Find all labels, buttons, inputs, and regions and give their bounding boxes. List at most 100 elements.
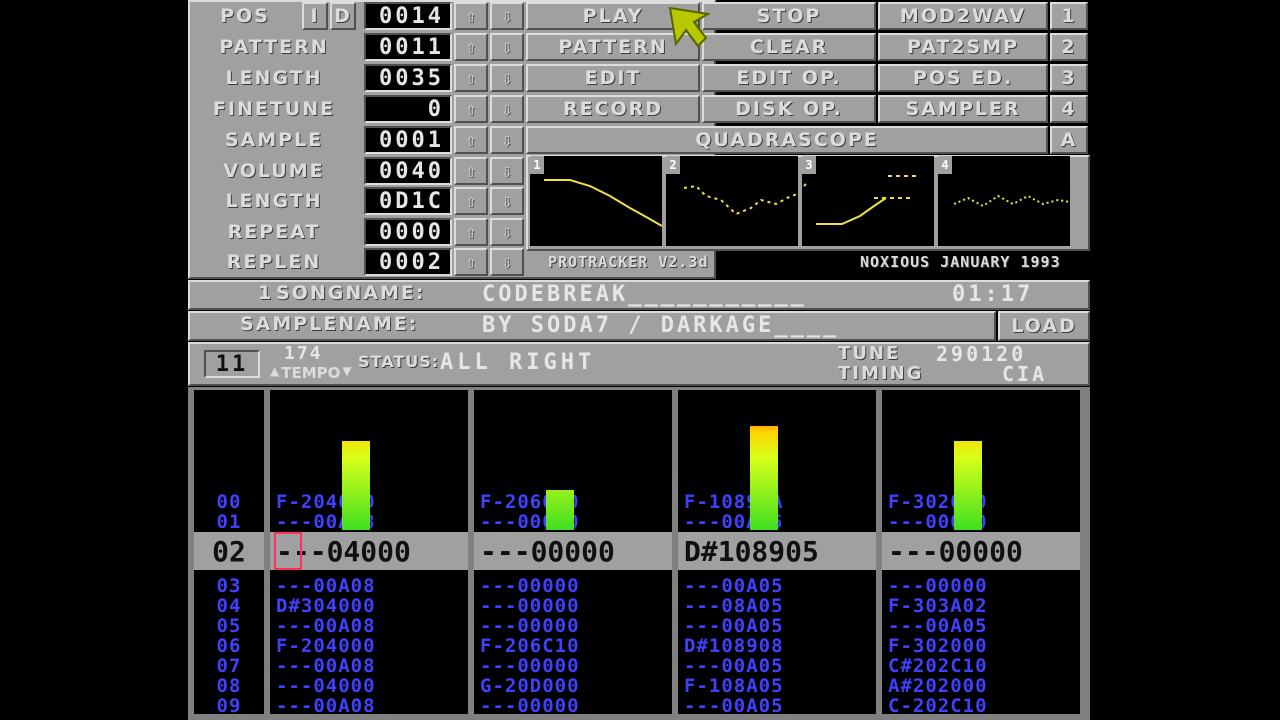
channel-2-track[interactable]: F-206000 ---00000 ---00000 ---00000 ---00000… bbox=[474, 390, 672, 717]
pos-delete-button[interactable]: D bbox=[330, 2, 356, 30]
sample-down-arrow-icon[interactable]: ⇩ bbox=[490, 126, 524, 154]
finetune-up-arrow-icon[interactable]: ⇧ bbox=[454, 95, 488, 123]
clear-button[interactable]: CLEAR bbox=[702, 33, 876, 61]
pattern-down-arrow-icon[interactable]: ⇩ bbox=[490, 33, 524, 61]
pattern-cell[interactable]: ---00000 bbox=[474, 615, 672, 637]
button-3[interactable]: 3 bbox=[1050, 64, 1088, 92]
disk-op-button[interactable]: DISK OP. bbox=[702, 95, 876, 123]
pat2smp-button[interactable]: PAT2SMP bbox=[878, 33, 1048, 61]
load-button[interactable]: LOAD bbox=[998, 311, 1090, 341]
pattern-cell[interactable]: ---00A05 bbox=[678, 575, 876, 597]
pattern-cell[interactable]: F-108A05 bbox=[678, 675, 876, 697]
pattern-cell[interactable]: F-303A02 bbox=[882, 595, 1080, 617]
finetune-down-arrow-icon[interactable]: ⇩ bbox=[490, 95, 524, 123]
tempo-control[interactable]: ▲ TEMPO ▼ bbox=[270, 364, 352, 382]
samplename-label: SAMPLENAME: bbox=[240, 313, 419, 335]
pattern-up-arrow-icon[interactable]: ⇧ bbox=[454, 33, 488, 61]
pattern-cell[interactable]: ---04000 bbox=[270, 675, 468, 697]
pattern-cell[interactable]: F-204000 bbox=[270, 635, 468, 657]
tempo-down-icon[interactable]: ▼ bbox=[342, 364, 351, 382]
volume-label: VOLUME bbox=[223, 160, 325, 182]
scope-channel-3[interactable]: 3 bbox=[802, 156, 934, 246]
channel-3-track[interactable]: F-10891A ---00A05 D#108905 ---00A05 ---08A05… bbox=[678, 390, 876, 717]
edit-button[interactable]: EDIT bbox=[526, 64, 700, 92]
sampler-button[interactable]: SAMPLER bbox=[878, 95, 1048, 123]
channel-4-track[interactable]: F-302000 ---00000 ---00000 ---00000 F-303A02… bbox=[882, 390, 1080, 717]
mod2wav-button[interactable]: MOD2WAV bbox=[878, 2, 1048, 30]
stop-button[interactable]: STOP bbox=[702, 2, 876, 30]
button-2[interactable]: 2 bbox=[1050, 33, 1088, 61]
pos-up-arrow-icon[interactable]: ⇧ bbox=[454, 2, 488, 30]
current-pattern-cell[interactable]: ---00000 bbox=[474, 532, 672, 570]
edit-cursor bbox=[274, 532, 302, 570]
pattern-cell[interactable]: ---00A08 bbox=[270, 655, 468, 677]
repeat-up-arrow-icon[interactable]: ⇧ bbox=[454, 218, 488, 246]
sample-length-up-arrow-icon[interactable]: ⇧ bbox=[454, 187, 488, 215]
button-4[interactable]: 4 bbox=[1050, 95, 1088, 123]
volume-down-arrow-icon[interactable]: ⇩ bbox=[490, 157, 524, 185]
pattern-cell[interactable]: ---00A05 bbox=[678, 655, 876, 677]
scope-channel-4[interactable]: 4 bbox=[938, 156, 1070, 246]
pattern-cell[interactable]: ---08A05 bbox=[678, 595, 876, 617]
tempo-up-icon[interactable]: ▲ bbox=[270, 364, 279, 382]
scope-3-label: 3 bbox=[802, 156, 816, 174]
edit-op-button[interactable]: EDIT OP. bbox=[702, 64, 876, 92]
octave-value[interactable]: 11 bbox=[204, 350, 260, 378]
pattern-cell[interactable]: ---00000 bbox=[474, 595, 672, 617]
songname-value[interactable]: CODEBREAK___________ bbox=[482, 282, 807, 307]
song-length-up-arrow-icon[interactable]: ⇧ bbox=[454, 64, 488, 92]
row-number-column: 00 01 02 03 04 05 06 07 08 09 bbox=[194, 390, 264, 717]
pattern-cell[interactable]: G-20D000 bbox=[474, 675, 672, 697]
pattern-cell[interactable]: ---00000 bbox=[474, 575, 672, 597]
scope-1-label: 1 bbox=[530, 156, 544, 174]
record-button[interactable]: RECORD bbox=[526, 95, 700, 123]
samplename-value[interactable]: BY SODA7 / DARKAGE____ bbox=[482, 313, 839, 338]
sample-length-down-arrow-icon[interactable]: ⇩ bbox=[490, 187, 524, 215]
tempo-label: TEMPO bbox=[281, 364, 341, 382]
pattern-cell[interactable]: D#304000 bbox=[270, 595, 468, 617]
pattern-cell[interactable]: ---00A05 bbox=[882, 615, 1080, 637]
pattern-cell[interactable]: F-206C10 bbox=[474, 635, 672, 657]
pattern-cell[interactable]: ---00A08 bbox=[270, 695, 468, 717]
pos-ed-button[interactable]: POS ED. bbox=[878, 64, 1048, 92]
channel-1-track[interactable]: F-204000 ---00A08 ---04000 ---00A08 D#304000… bbox=[270, 390, 468, 717]
current-pattern-cell[interactable]: D#108905 bbox=[678, 532, 876, 570]
vu-meter-channel-3 bbox=[750, 426, 778, 530]
replen-value: 0002 bbox=[364, 248, 452, 276]
button-1[interactable]: 1 bbox=[1050, 2, 1088, 30]
scope-mode-button[interactable]: A bbox=[1050, 126, 1088, 154]
pattern-cell[interactable]: C#202C10 bbox=[882, 655, 1080, 677]
row-number: 08 bbox=[216, 675, 242, 697]
pattern-cell[interactable]: F-302000 bbox=[882, 635, 1080, 657]
pattern-cell[interactable]: D#108908 bbox=[678, 635, 876, 657]
pattern-cell[interactable]: ---00A08 bbox=[270, 575, 468, 597]
finetune-label: FINETUNE bbox=[212, 98, 336, 120]
song-length-down-arrow-icon[interactable]: ⇩ bbox=[490, 64, 524, 92]
sample-up-arrow-icon[interactable]: ⇧ bbox=[454, 126, 488, 154]
status-label: STATUS: bbox=[358, 352, 440, 371]
replen-down-arrow-icon[interactable]: ⇩ bbox=[490, 248, 524, 276]
scope-2-label: 2 bbox=[666, 156, 680, 174]
volume-up-arrow-icon[interactable]: ⇧ bbox=[454, 157, 488, 185]
pos-insert-button[interactable]: I bbox=[302, 2, 328, 30]
finetune-value: 0 bbox=[364, 95, 452, 123]
song-time: 01:17 bbox=[952, 282, 1034, 307]
pos-down-arrow-icon[interactable]: ⇩ bbox=[490, 2, 524, 30]
pattern-cell[interactable]: A#202000 bbox=[882, 675, 1080, 697]
repeat-down-arrow-icon[interactable]: ⇩ bbox=[490, 218, 524, 246]
pattern-cell[interactable]: ---00000 bbox=[474, 695, 672, 717]
pattern-cell[interactable]: ---00000 bbox=[474, 655, 672, 677]
replen-up-arrow-icon[interactable]: ⇧ bbox=[454, 248, 488, 276]
pattern-cell[interactable]: C-202C10 bbox=[882, 695, 1080, 717]
scope-channel-2[interactable]: 2 bbox=[666, 156, 798, 246]
quadrascope-button[interactable]: QUADRASCOPE bbox=[526, 126, 1048, 154]
pattern-cell[interactable]: ---00000 bbox=[882, 575, 1080, 597]
pattern-value: 0011 bbox=[364, 33, 452, 61]
vu-meter-channel-1 bbox=[342, 441, 370, 530]
version-text: PROTRACKER V2.3d bbox=[548, 253, 709, 271]
current-pattern-cell[interactable]: ---00000 bbox=[882, 532, 1080, 570]
scope-channel-1[interactable]: 1 bbox=[530, 156, 662, 246]
pattern-cell[interactable]: ---00A05 bbox=[678, 695, 876, 717]
pattern-cell[interactable]: ---00A08 bbox=[270, 615, 468, 637]
pattern-cell[interactable]: ---00A05 bbox=[678, 615, 876, 637]
